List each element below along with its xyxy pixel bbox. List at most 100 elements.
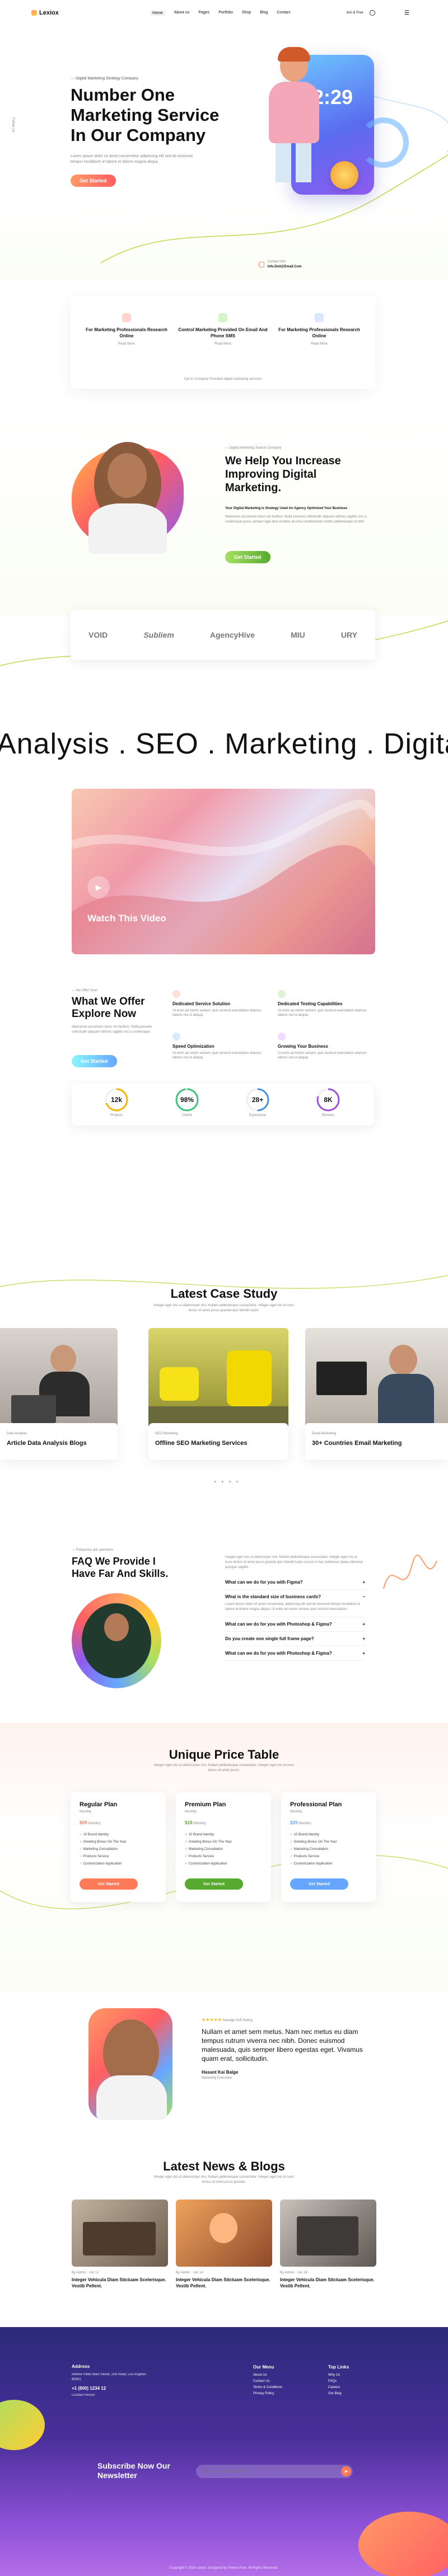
nav-shop[interactable]: Shop bbox=[242, 11, 251, 16]
check-icon: ✓ bbox=[185, 1840, 189, 1844]
faq-item[interactable]: What can we do for you with Figma? + bbox=[225, 1575, 365, 1590]
about-button-wrap[interactable]: Get Started bbox=[225, 551, 270, 563]
check-icon: ✓ bbox=[290, 1848, 294, 1851]
nav-about[interactable]: About us bbox=[174, 11, 190, 16]
join-link[interactable]: Join & Free bbox=[346, 11, 363, 15]
case-card[interactable]: Email Marketing 30+ Countries Email Mark… bbox=[305, 1328, 448, 1462]
faq-item[interactable]: What can we do for you with Photoshop & … bbox=[225, 1617, 365, 1632]
offer-button-wrap[interactable]: Get Started bbox=[72, 1055, 117, 1067]
video-thumbnail[interactable]: ▶ Watch This Video bbox=[72, 789, 375, 954]
newsletter-email-input[interactable] bbox=[203, 2467, 326, 2475]
plan-feature: ✓ Products Service bbox=[290, 1854, 319, 1858]
nav-blog[interactable]: Blog bbox=[260, 11, 268, 16]
play-button[interactable]: ▶ bbox=[87, 876, 110, 898]
plan-feature: ✓ Products Service bbox=[185, 1854, 214, 1858]
newsletter-title: Subscribe Now Our Newsletter bbox=[97, 2461, 170, 2480]
plan-button[interactable]: Get Started bbox=[80, 1878, 138, 1890]
play-icon: ▶ bbox=[95, 882, 102, 892]
brand-logo: VOID bbox=[88, 630, 108, 639]
about-button[interactable]: Get Started bbox=[225, 551, 270, 563]
case-desc: Integer eget nisi ut ullamcorper nisl. N… bbox=[153, 1304, 295, 1312]
pricing-desc: Integer eget nisi ut ullamcorper nisl. N… bbox=[153, 1764, 295, 1772]
plan-feature: ✓ 10 Brand Identity bbox=[290, 1833, 319, 1836]
footer-blob bbox=[0, 2400, 45, 2450]
plan-name: Premium Plan bbox=[185, 1801, 226, 1808]
testimonial-quote: Nullam et amet sem metus. Nam nec metus … bbox=[202, 2028, 363, 2062]
plan-price-unit: /Monthly bbox=[297, 1822, 311, 1825]
brands-section: VOID Subliem AgencyHive MIU URY bbox=[0, 604, 448, 677]
site-footer: Address Mellow Vibes Main Street, 2nd Ro… bbox=[0, 2327, 448, 2576]
nav-contact[interactable]: Contact bbox=[277, 11, 290, 16]
brand-logo: MIU bbox=[291, 630, 305, 639]
faq-item[interactable]: Do you create one single full frame page… bbox=[225, 1632, 365, 1646]
service-item[interactable]: Control Marketing Provided On Email And … bbox=[178, 313, 268, 346]
offer-button[interactable]: Get Started bbox=[72, 1055, 117, 1067]
case-card[interactable]: SEO Marketing Offline SEO Marketing Serv… bbox=[148, 1328, 288, 1462]
plan-price-unit: /Monthly bbox=[192, 1822, 206, 1825]
plan-feature-text: Greeting Bonus On The Year bbox=[188, 1840, 232, 1844]
about-eyebrow: — Digital Marketing Search Company bbox=[225, 446, 282, 450]
check-icon: ✓ bbox=[80, 1855, 83, 1858]
search-icon bbox=[315, 313, 324, 322]
plan-feature-text: Products Service bbox=[188, 1855, 214, 1858]
scribble-decoration bbox=[383, 1555, 437, 1589]
check-icon: ✓ bbox=[80, 1840, 83, 1844]
send-button[interactable]: ➤ bbox=[341, 2466, 351, 2476]
nav-pages[interactable]: Pages bbox=[198, 11, 209, 16]
plan-button[interactable]: Get Started bbox=[290, 1878, 348, 1890]
stat-item: 28+ Experience bbox=[241, 1087, 274, 1123]
plan-feature: ✓ Greeting Bonus On The Year bbox=[290, 1840, 337, 1844]
plan-feature-text: 10 Brand Identity bbox=[188, 1833, 214, 1836]
hero-button[interactable]: Get Started bbox=[71, 175, 116, 187]
menu-icon[interactable]: ☰ bbox=[404, 10, 409, 16]
case-pagination[interactable]: ● ● ● ● bbox=[214, 1479, 240, 1484]
service-item[interactable]: For Marketing Professionals Research Onl… bbox=[82, 313, 171, 346]
site-header: Lexiox Home About us Pages Portfolio Sho… bbox=[0, 0, 448, 28]
star-rating: ★★★★★ bbox=[202, 2017, 222, 2022]
stat-item: 8K Reviews bbox=[311, 1087, 345, 1123]
hero-eyebrow: — Digital Marketing Strategy Company bbox=[71, 77, 139, 81]
plan-price-value: $19 bbox=[185, 1820, 193, 1825]
news-card[interactable]: By Admin · Jun 18 Integer Vehicula Diam … bbox=[280, 2200, 376, 2289]
stat-label: Projects bbox=[110, 1114, 123, 1117]
user-icon[interactable] bbox=[370, 10, 375, 16]
logo-icon bbox=[31, 10, 37, 16]
plan-feature: ✓ 10 Brand Identity bbox=[80, 1833, 109, 1836]
pricing-title: Unique Price Table bbox=[169, 1748, 279, 1762]
offer-eyebrow: — We Offer Over bbox=[72, 989, 98, 992]
main-nav: Home About us Pages Portfolio Shop Blog … bbox=[150, 11, 290, 16]
faq-list: What can we do for you with Figma? + What… bbox=[225, 1575, 365, 1661]
plan-feature-text: Customization Application bbox=[188, 1862, 227, 1866]
newsletter-form: ➤ bbox=[196, 2465, 353, 2478]
follow-sidebar: Follow Us bbox=[11, 117, 15, 133]
news-desc: Integer eget nisi ut ullamcorper nisl. N… bbox=[153, 2175, 295, 2184]
plan-button[interactable]: Get Started bbox=[185, 1878, 243, 1890]
faq-item[interactable]: What can we do for you with Photoshop & … bbox=[225, 1646, 365, 1661]
stats-row: 12k Projects 98% Clients 28+ Experience 8K Revi… bbox=[72, 1084, 374, 1125]
offer-item: Dedicated Testing Capabilities Ut enim a… bbox=[278, 990, 367, 1018]
plan-feature-text: 10 Brand Identity bbox=[83, 1833, 109, 1836]
check-icon: ✓ bbox=[290, 1855, 294, 1858]
faq-item-open[interactable]: What is the standard size of business ca… bbox=[225, 1590, 365, 1617]
news-card[interactable]: By Admin · Jun 14 Integer Vehicula Diam … bbox=[176, 2200, 272, 2289]
nav-home[interactable]: Home bbox=[150, 11, 165, 16]
stat-value: 98% bbox=[180, 1096, 194, 1104]
faq-image bbox=[72, 1593, 161, 1688]
testimonial-name: Hasant Kai Balge bbox=[202, 2070, 239, 2075]
news-card[interactable]: By Admin · Jun 12 Integer Vehicula Diam … bbox=[72, 2200, 168, 2289]
plan-feature: ✓ Marketing Consultation bbox=[185, 1847, 223, 1851]
case-image bbox=[0, 1328, 118, 1429]
video-label: Watch This Video bbox=[87, 913, 166, 924]
nav-portfolio[interactable]: Portfolio bbox=[218, 11, 233, 16]
logo[interactable]: Lexiox bbox=[31, 10, 59, 16]
plan-feature: ✓ Marketing Consultation bbox=[290, 1847, 328, 1851]
marquee-text: Analysis . SEO . Marketing . Digital bbox=[0, 728, 448, 760]
service-item[interactable]: For Marketing Professionals Research Onl… bbox=[274, 313, 364, 346]
case-image bbox=[148, 1328, 288, 1429]
case-card[interactable]: Data Analysis Article Data Analysis Blog… bbox=[0, 1328, 118, 1462]
testimonial-role: Marketing Executive bbox=[202, 2076, 232, 2080]
news-image bbox=[176, 2200, 272, 2267]
case-title: Latest Case Study bbox=[170, 1287, 278, 1301]
plan-card: Regular Plan Monthly $09 /Monthly ✓ 10 Bran… bbox=[71, 1792, 166, 1902]
check-icon: ✓ bbox=[80, 1833, 83, 1836]
